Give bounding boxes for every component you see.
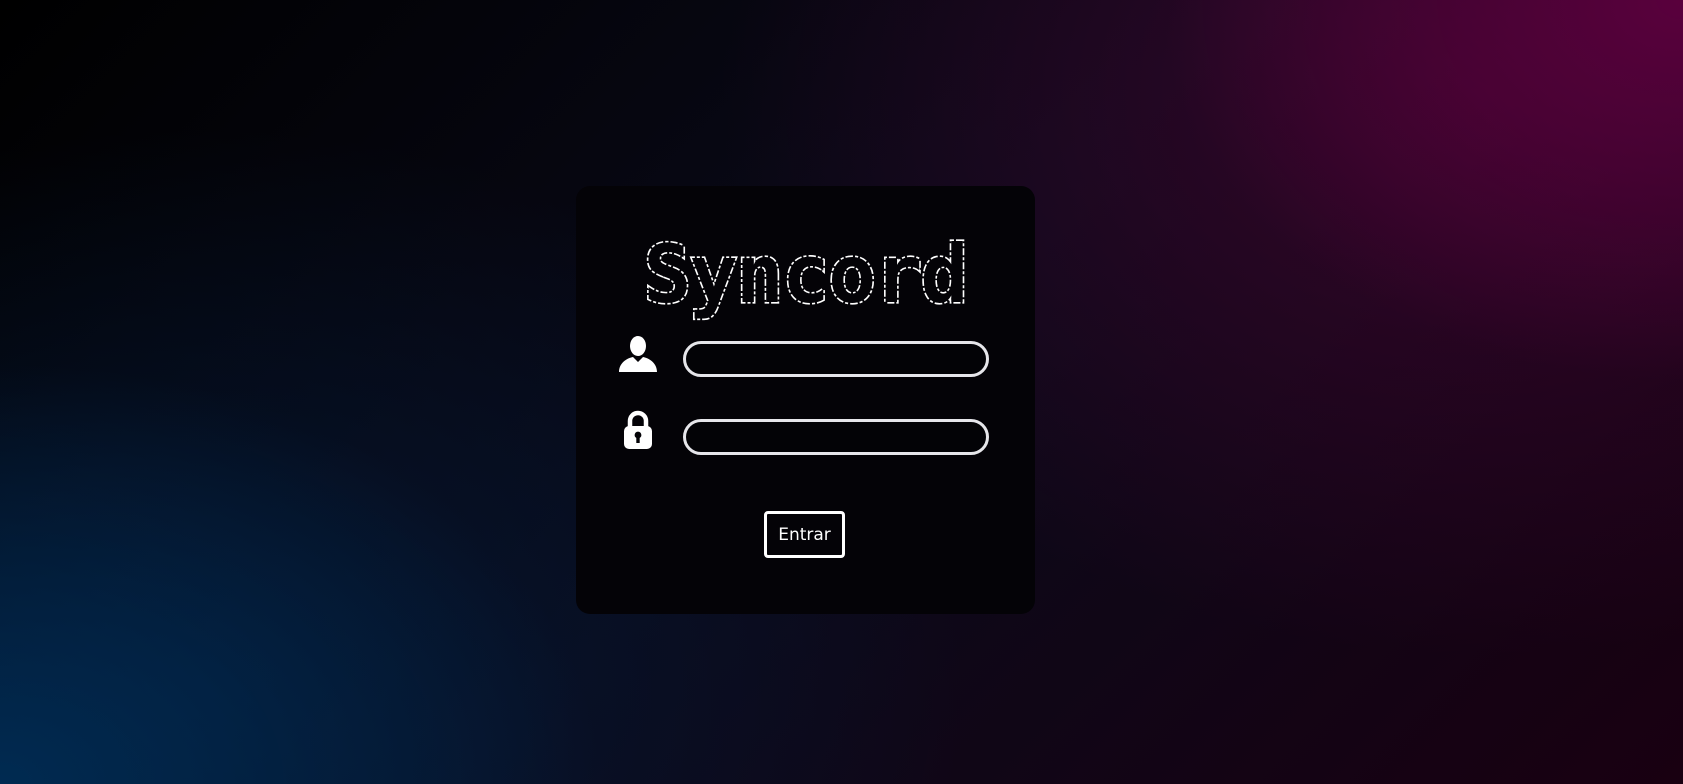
login-card: Syncord Entrar [576, 186, 1035, 614]
lock-icon [616, 408, 660, 452]
app-logo-text: Syncord [643, 236, 966, 321]
login-button[interactable]: Entrar [764, 511, 845, 558]
app-logo: Syncord [642, 236, 970, 322]
password-input[interactable] [683, 419, 989, 455]
user-icon [616, 332, 660, 376]
username-input[interactable] [683, 341, 989, 377]
